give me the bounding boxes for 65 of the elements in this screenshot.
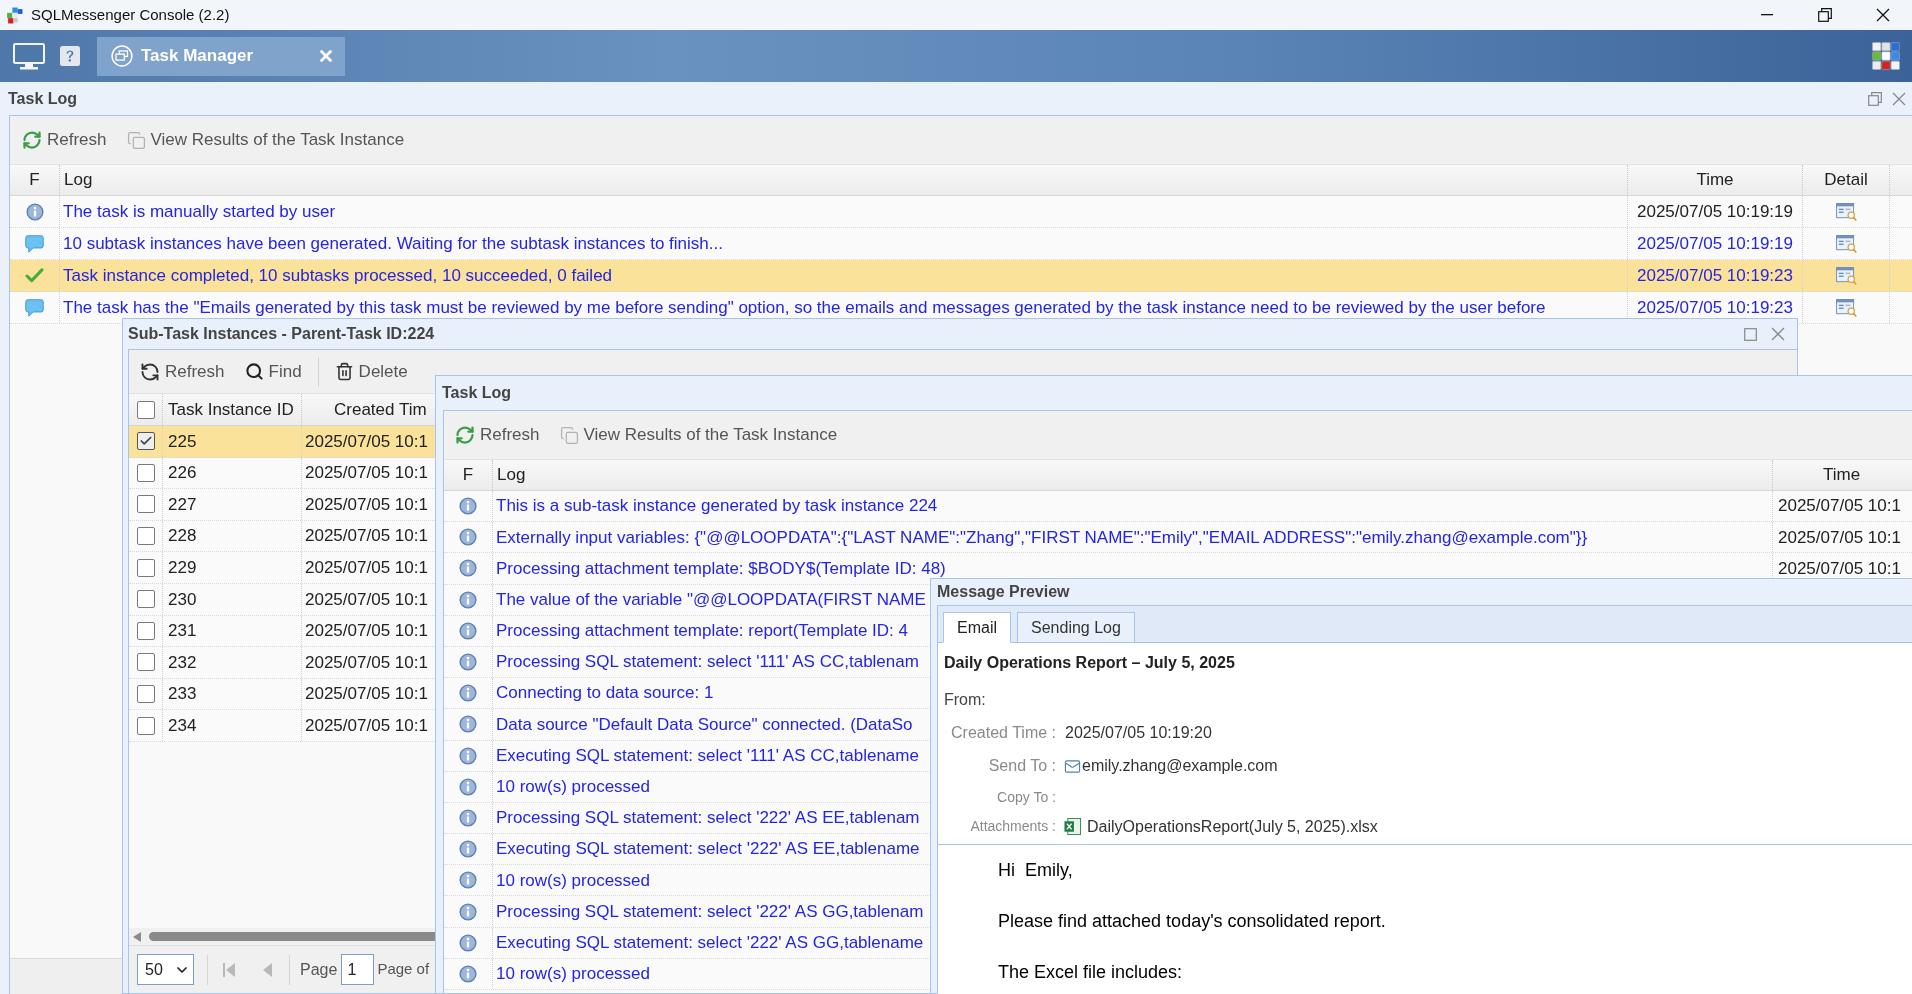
instance-id: 225 [168,430,197,453]
email-body-text: Hi Emily, [998,859,1073,882]
log-message: Processing attachment template: report(Template ID: 4 [496,620,908,643]
log-message: Data source "Default Data Source" connected. (DataSo [496,713,913,736]
instance-id: 234 [168,714,197,737]
field-label: Attachments : [970,817,1056,836]
log-message: 10 subtask instances have been generated. Waiting for the subtask instances to finish... [63,232,723,255]
window-title: SQLMessenger Console (2.2) [31,4,230,25]
created-time: 2025/07/05 10:1 [305,714,428,737]
field-value: 2025/07/05 10:19:20 [1065,723,1212,743]
created-time: 2025/07/05 10:1 [305,683,428,706]
log-message: 10 row(s) processed [496,776,650,799]
log-message: 10 row(s) processed [496,963,650,986]
log-message: 10 row(s) processed [496,869,650,892]
log-time: 2025/07/05 10:19:19 [1637,232,1793,255]
log-message: Executing SQL statement: select '222' AS GG,tablename [496,931,924,954]
created-time: 2025/07/05 10:1 [305,556,428,579]
log-time: 2025/07/05 10:1 [1778,495,1901,518]
log-time: 2025/07/05 10:1 [1778,526,1901,549]
log-time: 2025/07/05 10:19:23 [1637,296,1793,319]
instance-id: 227 [168,493,197,516]
created-time: 2025/07/05 10:1 [305,588,428,611]
log-message: Connecting to data source: 1 [496,682,714,705]
log-time: 2025/07/05 10:19:19 [1637,200,1793,223]
instance-id: 228 [168,525,197,548]
window-title: Message Preview [937,582,1070,602]
log-message: Processing SQL statement: select '222' AS EE,tablenam [496,807,920,830]
instance-id: 233 [168,683,197,706]
instance-id: 230 [168,588,197,611]
log-message: Processing SQL statement: select '222' AS GG,tablenam [496,900,924,923]
email-body-text: Please find attached today's consolidated report. [998,910,1386,933]
created-time: 2025/07/05 10:1 [305,493,428,516]
from-label: From: [944,690,986,710]
log-message: The value of the variable "@@LOOPDATA(FIRST NAME [496,588,926,611]
page-label: Page [300,959,338,980]
created-time: 2025/07/05 10:1 [305,525,428,548]
window-title: Task Log [442,383,512,403]
log-time: 2025/07/05 10:1 [1778,557,1901,580]
log-time: 2025/07/05 10:19:23 [1637,264,1793,287]
log-message: This is a sub-task instance generated by task instance 224 [496,495,938,518]
log-message: Task instance completed, 10 subtasks processed, 10 succeeded, 0 failed [63,264,613,287]
created-time: 2025/07/05 10:1 [305,462,428,485]
log-message: The task has the "Emails generated by this task must be reviewed by me before sending" option, so the emails and messages generated by the task instance need to be reviewed by the user before [63,296,1546,319]
instance-id: 232 [168,651,197,674]
log-message: Executing SQL statement: select '111' AS CC,tablename [496,744,919,767]
email-subject: Daily Operations Report – July 5, 2025 [944,653,1235,673]
created-time: 2025/07/05 10:1 [305,620,428,643]
log-message: Processing SQL statement: select '111' AS CC,tablenam [496,651,919,674]
page-of-label: Page of [377,959,430,980]
window-title: Sub-Task Instances - Parent-Task ID:224 [128,324,435,344]
field-label: Created Time : [951,723,1056,743]
recipient-email: emily.zhang@example.com [1082,756,1278,776]
panel-title: Task Log [8,88,78,109]
created-time: 2025/07/05 10:1 [305,651,428,674]
email-body-text: The Excel file includes: [998,961,1183,984]
instance-id: 226 [168,462,197,485]
log-message: The task is manually started by user [63,200,336,223]
log-message: Executing SQL statement: select '222' AS EE,tablename [496,838,920,861]
created-time: 2025/07/05 10:1 [305,430,428,453]
instance-id: 229 [168,556,197,579]
log-message: Externally input variables: {"@@LOOPDATA":{"LAST NAME":"Zhang","FIRST NAME":"Emily","EMAIL ADDRESS":"emily.zhang@example.com"}} [496,526,1588,549]
instance-id: 231 [168,620,197,643]
field-label: Send To : [988,756,1056,776]
log-message: Processing attachment template: $BODY$(Template ID: 48) [496,557,946,580]
field-label: Copy To : [997,787,1056,807]
